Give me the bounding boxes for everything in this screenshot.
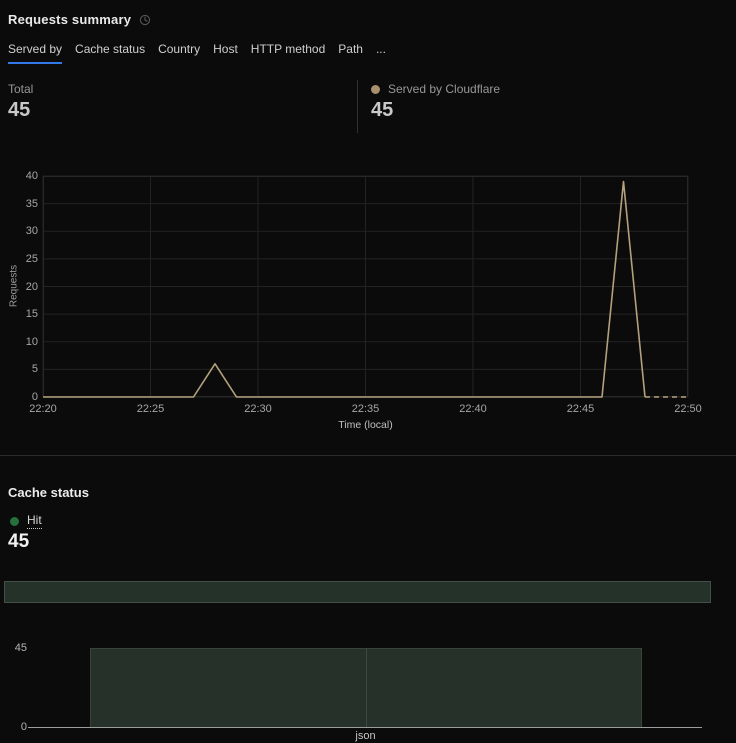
total-label: Total xyxy=(8,82,34,96)
y-tick-label: 40 xyxy=(25,170,38,182)
series-value: 45 xyxy=(371,99,394,121)
y-tick-label: 5 xyxy=(31,363,38,376)
series-dot-icon xyxy=(371,84,380,94)
tab-cache-status[interactable]: Cache status xyxy=(75,42,145,64)
y-tick-label: 35 xyxy=(25,197,38,210)
y-tick-0: 0 xyxy=(20,721,27,733)
x-tick-label: 22:50 xyxy=(674,403,702,415)
requests-line-chart-svg[interactable] xyxy=(42,175,689,398)
cache-distribution-bar[interactable] xyxy=(4,581,711,603)
metric-served-by-cloudflare: Served by Cloudflare 45 xyxy=(371,82,500,122)
hit-segment[interactable] xyxy=(4,581,711,603)
x-tick-label: 22:30 xyxy=(244,403,272,415)
x-category-label: json xyxy=(355,730,376,742)
metric-divider xyxy=(357,80,358,133)
y-tick-label: 15 xyxy=(25,308,38,321)
y-tick-label: 30 xyxy=(25,225,38,238)
hit-value: 45 xyxy=(8,531,30,552)
page-title: Requests summary xyxy=(8,12,132,27)
x-tick-label: 22:20 xyxy=(29,403,57,415)
x-axis-line xyxy=(28,727,702,728)
y-tick-label: 0 xyxy=(31,391,38,403)
bar-json[interactable] xyxy=(90,648,642,727)
tab-host[interactable]: Host xyxy=(213,42,238,64)
tab-more[interactable]: ... xyxy=(376,42,386,64)
section-divider xyxy=(0,455,736,456)
y-tick-label: 20 xyxy=(25,280,38,293)
requests-line-chart[interactable]: Requests Time (local) 0 5 10 15 20 25 30 35 40 22… xyxy=(0,170,736,436)
series-label: Served by Cloudflare xyxy=(388,82,501,96)
tab-served-by[interactable]: Served by xyxy=(8,42,63,64)
cache-status-title: Cache status xyxy=(8,485,89,500)
section-header: Requests summary xyxy=(8,12,151,27)
y-tick-label: 25 xyxy=(25,252,38,265)
metric-total: Total 45 xyxy=(8,82,33,122)
x-tick-label: 22:25 xyxy=(136,403,165,415)
x-axis-title: Time (local) xyxy=(338,419,393,431)
analytics-page: Requests summary Served by Cache status Co… xyxy=(0,0,736,743)
x-tick-label: 22:40 xyxy=(459,403,487,415)
x-tick-label: 22:45 xyxy=(566,403,595,415)
y-tick-label: 10 xyxy=(25,335,38,348)
tab-country[interactable]: Country xyxy=(158,42,200,64)
bar-center-gridline xyxy=(366,649,367,727)
total-value: 45 xyxy=(8,99,31,121)
y-tick-45: 45 xyxy=(14,642,27,654)
clock-icon xyxy=(139,14,151,26)
tab-http-method[interactable]: HTTP method xyxy=(251,42,325,64)
tab-path[interactable]: Path xyxy=(338,42,363,64)
hit-dot-icon xyxy=(10,516,19,526)
dimension-tabs: Served by Cache status Country Host HTTP met… xyxy=(8,42,386,64)
hit-legend: Hit xyxy=(10,513,42,529)
hit-label[interactable]: Hit xyxy=(27,513,42,529)
x-tick-label: 22:35 xyxy=(351,403,380,415)
